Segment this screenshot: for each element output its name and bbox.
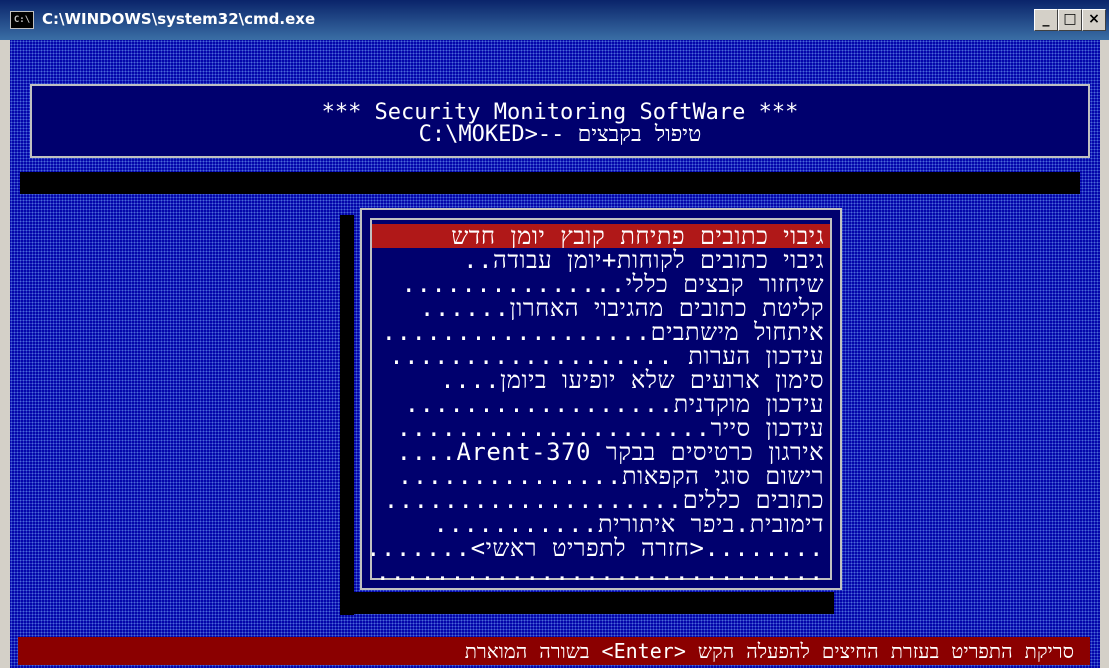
menu-shadow-bottom <box>340 592 834 614</box>
menu-item-mark-events[interactable]: סימון ארועים שלא יופיעו ביומן.... <box>372 368 830 392</box>
menu-item-update-notes[interactable]: עידכון הערות ................... <box>372 344 830 368</box>
menu-item-restore-files[interactable]: שיחזור קבצים כללי............... <box>372 272 830 296</box>
window-title: C:\WINDOWS\system32\cmd.exe <box>42 10 316 28</box>
menu-item-organize-cards[interactable]: אירגון כרטיסים בבקר Arent-370.... <box>372 440 830 464</box>
menu-item-update-patrol[interactable]: עידכון סייר..................... <box>372 416 830 440</box>
menu-item-init-variables[interactable]: איתחול מישתבים.................. <box>372 320 830 344</box>
menu-item-freeze-types[interactable]: רישום סוגי הקפאות............... <box>372 464 830 488</box>
header-box: *** Security Monitoring SoftWare *** טיפ… <box>30 84 1090 158</box>
maximize-button[interactable]: □ <box>1058 9 1082 31</box>
menu-item-main-menu[interactable]: ........<חזרה לתפריט ראשי>....... <box>372 536 830 560</box>
close-button[interactable]: × <box>1082 9 1106 31</box>
cmd-app-icon[interactable]: C:\ <box>10 11 34 29</box>
cmd-window: C:\ C:\WINDOWS\system32\cmd.exe _ □ × **… <box>0 0 1109 668</box>
menu-box: גיבוי כתובים פתיחת קובץ יומן חדש גיבוי כ… <box>360 208 842 590</box>
menu-item-blank[interactable]: ................................... <box>372 560 830 584</box>
app-title: *** Security Monitoring SoftWare *** <box>321 100 799 125</box>
menu-item-update-dispatcher[interactable]: עידכון מוקדנית.................. <box>372 392 830 416</box>
console-area[interactable]: *** Security Monitoring SoftWare *** טיפ… <box>10 40 1100 668</box>
title-bar[interactable]: C:\ C:\WINDOWS\system32\cmd.exe _ □ × <box>0 0 1109 40</box>
header-shadow <box>20 172 1080 194</box>
menu-list: גיבוי כתובים פתיחת קובץ יומן חדש גיבוי כ… <box>370 218 832 584</box>
menu-item-customers-backup[interactable]: גיבוי כתובים לקוחות+יומן עבודה.. <box>372 248 830 272</box>
menu-shadow <box>340 215 354 615</box>
menu-item-new-journal-backup[interactable]: גיבוי כתובים פתיחת קובץ יומן חדש <box>372 224 830 248</box>
status-bar: סריקת התפריט בעזרת החיצים להפעלה הקש <En… <box>18 637 1090 665</box>
current-path: טיפול בקבצים --<C:\MOKED <box>418 122 702 147</box>
menu-item-pager[interactable]: דימובית.ביפר איתורית........... <box>372 512 830 536</box>
menu-item-general-addresses[interactable]: כתובים כללים.................... <box>372 488 830 512</box>
menu-item-load-last-backup[interactable]: קליטת כתובים מהגיבוי האחרון...... <box>372 296 830 320</box>
minimize-button[interactable]: _ <box>1034 9 1058 31</box>
